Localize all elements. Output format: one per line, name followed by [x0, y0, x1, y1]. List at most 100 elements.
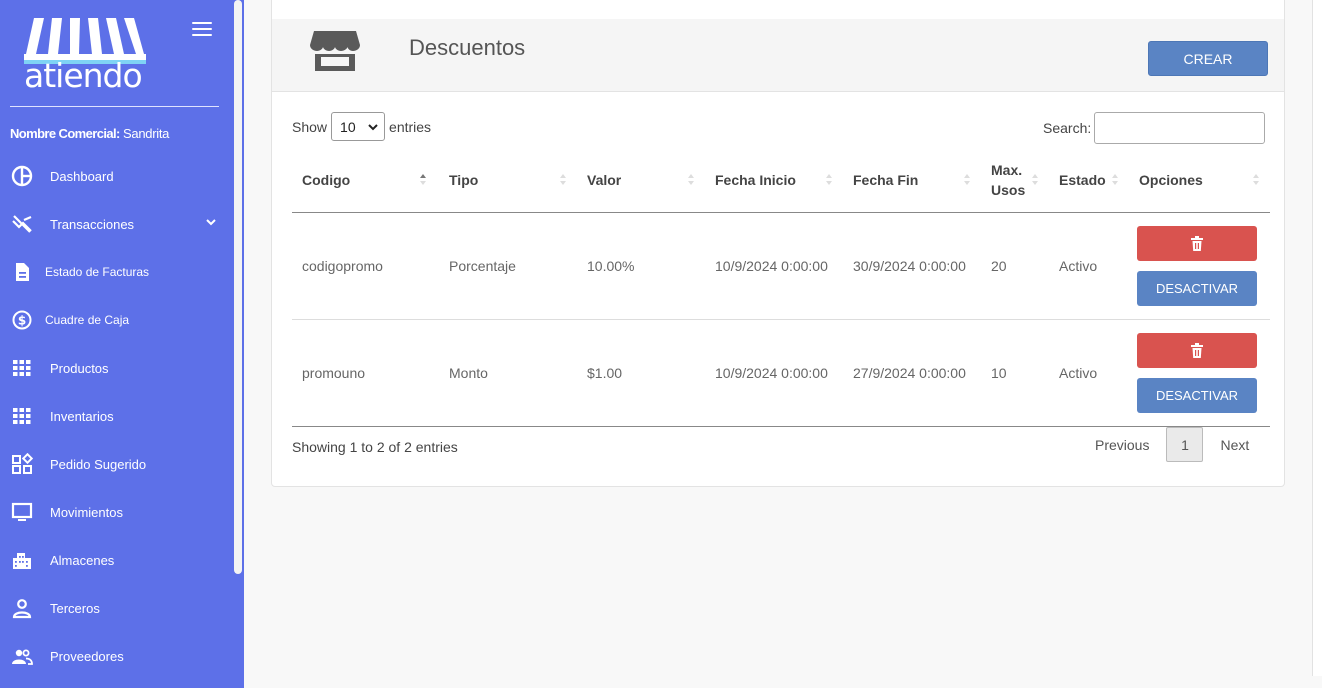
delete-button[interactable] — [1137, 332, 1257, 368]
column-header-label: Tipo — [449, 171, 479, 188]
dollar-circle-icon: $ — [12, 310, 32, 330]
cell-fecha-fin: 27/9/2024 0:00:00 — [843, 319, 981, 427]
card-header: Descuentos CREAR — [272, 19, 1284, 92]
pagination: Previous 1 Next — [1084, 427, 1264, 462]
cell-fecha-fin: 30/9/2024 0:00:00 — [843, 212, 981, 320]
pagination-page[interactable]: 1 — [1166, 427, 1204, 462]
pagination-previous[interactable]: Previous — [1084, 437, 1166, 453]
table-header-row: Codigo Tipo Valor Fecha Inicio Fecha Fin… — [292, 148, 1270, 213]
person-icon — [12, 599, 32, 619]
menu-toggle-icon[interactable] — [192, 22, 212, 36]
table-row: codigopromo Porcentaje 10.00% 10/9/2024 … — [292, 212, 1270, 320]
column-header-label: Opciones — [1139, 171, 1203, 188]
sidebar-item-label: Dashboard — [50, 168, 114, 184]
sidebar-item-productos[interactable]: Productos — [0, 344, 234, 392]
sidebar-item-pedido-sugerido[interactable]: Pedido Sugerido — [0, 440, 234, 488]
cell-tipo: Porcentaje — [439, 212, 577, 320]
sidebar-item-inventarios[interactable]: Inventarios — [0, 392, 234, 440]
column-header-label: Valor — [587, 171, 622, 188]
building-icon — [13, 553, 31, 569]
column-header-estado[interactable]: Estado — [1049, 148, 1129, 213]
column-header-label: Max. Usos — [991, 161, 1026, 198]
deactivate-button[interactable]: DESACTIVAR — [1137, 270, 1257, 306]
sidebar-item-label: Estado de Facturas — [45, 265, 150, 279]
column-header-valor[interactable]: Valor — [577, 148, 705, 213]
pagination-next[interactable]: Next — [1203, 437, 1264, 453]
descuentos-card: Descuentos CREAR Show 10 entries Search:… — [271, 0, 1285, 487]
sidebar: atiendo Nombre Comercial: Sandrita Dashb… — [0, 0, 244, 688]
grid-icon — [13, 360, 31, 376]
search-input[interactable] — [1094, 112, 1266, 144]
sidebar-item-movimientos[interactable]: Movimientos — [0, 488, 234, 536]
table-row: promouno Monto $1.00 10/9/2024 0:00:00 2… — [292, 319, 1270, 427]
sidebar-item-label: Productos — [50, 360, 109, 376]
document-icon — [16, 263, 29, 281]
dashboard-pie-icon — [11, 165, 33, 187]
sidebar-item-terceros[interactable]: Terceros — [0, 584, 234, 632]
logo-text: atiendo — [24, 56, 143, 95]
column-header-max-usos[interactable]: Max. Usos — [981, 148, 1049, 213]
cell-valor: 10.00% — [577, 212, 705, 320]
widgets-icon — [12, 453, 33, 474]
sidebar-divider — [10, 106, 219, 107]
main-scrollbar-track[interactable] — [1312, 0, 1322, 676]
cell-codigo: codigopromo — [292, 212, 439, 320]
sort-icon — [1112, 174, 1118, 185]
sidebar-item-label: Cuadre de Caja — [45, 313, 130, 327]
sidebar-scrollbar[interactable] — [234, 0, 242, 574]
discounts-table: Codigo Tipo Valor Fecha Inicio Fecha Fin… — [292, 148, 1270, 427]
cell-estado: Activo — [1049, 319, 1129, 427]
sidebar-item-proveedores[interactable]: Proveedores — [0, 632, 234, 680]
chevron-down-icon — [368, 123, 378, 130]
sort-icon — [826, 174, 832, 185]
sidebar-item-cuadre-caja[interactable]: $ Cuadre de Caja — [0, 296, 234, 344]
sidebar-item-transacciones[interactable]: Transacciones — [0, 200, 234, 248]
column-header-fecha-inicio[interactable]: Fecha Inicio — [705, 148, 843, 213]
search-control: Search: — [1043, 112, 1266, 144]
column-header-label: Codigo — [302, 171, 351, 188]
cell-max-usos: 20 — [981, 212, 1049, 320]
sort-icon — [560, 174, 566, 185]
cell-fecha-inicio: 10/9/2024 0:00:00 — [705, 319, 843, 427]
table-info: Showing 1 to 2 of 2 entries — [292, 439, 458, 455]
column-header-label: Fecha Fin — [853, 171, 919, 188]
column-header-label: Estado — [1059, 171, 1106, 188]
sidebar-item-label: Pedido Sugerido — [50, 456, 147, 472]
sidebar-item-label: Proveedores — [50, 648, 124, 664]
cell-fecha-inicio: 10/9/2024 0:00:00 — [705, 212, 843, 320]
sort-icon — [964, 174, 970, 185]
page-size-control: Show 10 entries — [292, 112, 431, 141]
page-size-select[interactable]: 10 — [331, 112, 386, 141]
cell-opciones: DESACTIVAR — [1129, 212, 1270, 320]
sidebar-item-label: Transacciones — [50, 216, 135, 232]
sidebar-item-almacenes[interactable]: Almacenes — [0, 536, 234, 584]
svg-text:$: $ — [18, 314, 26, 328]
sort-icon — [688, 174, 694, 185]
sidebar-item-label: Inventarios — [50, 408, 114, 424]
sidebar-item-estado-facturas[interactable]: Estado de Facturas — [0, 248, 234, 296]
create-button[interactable]: CREAR — [1148, 41, 1268, 76]
page-size-value: 10 — [340, 118, 356, 135]
transactions-icon — [12, 215, 32, 233]
column-header-codigo[interactable]: Codigo — [292, 148, 439, 213]
merchant-label: Nombre Comercial: — [10, 126, 120, 141]
page-title: Descuentos — [409, 35, 526, 60]
column-header-opciones[interactable]: Opciones — [1129, 148, 1270, 213]
sidebar-item-label: Almacenes — [50, 552, 115, 568]
deactivate-button[interactable]: DESACTIVAR — [1137, 377, 1257, 413]
monitor-icon — [11, 502, 33, 521]
cell-opciones: DESACTIVAR — [1129, 319, 1270, 427]
trash-icon — [1191, 342, 1203, 358]
search-label: Search: — [1043, 120, 1092, 136]
cell-estado: Activo — [1049, 212, 1129, 320]
sort-icon — [1253, 174, 1259, 185]
cell-max-usos: 10 — [981, 319, 1049, 427]
column-header-tipo[interactable]: Tipo — [439, 148, 577, 213]
main-content: Descuentos CREAR Show 10 entries Search:… — [244, 0, 1322, 688]
cell-codigo: promouno — [292, 319, 439, 427]
column-header-fecha-fin[interactable]: Fecha Fin — [843, 148, 981, 213]
column-header-label: Fecha Inicio — [715, 171, 796, 188]
delete-button[interactable] — [1137, 225, 1257, 261]
sidebar-item-dashboard[interactable]: Dashboard — [0, 152, 234, 200]
cell-valor: $1.00 — [577, 319, 705, 427]
